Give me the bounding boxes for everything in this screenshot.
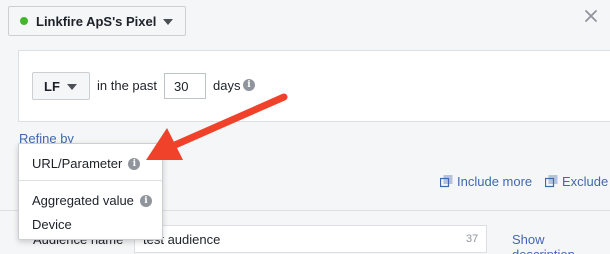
close-icon[interactable] <box>584 9 598 23</box>
menu-item-label: URL/Parameter <box>32 156 123 171</box>
info-icon[interactable]: i <box>139 194 152 207</box>
copy-icon <box>545 175 558 188</box>
info-icon[interactable]: i <box>128 157 141 170</box>
days-label: days <box>213 78 241 93</box>
pixel-select-label: Linkfire ApS's Pixel <box>36 13 157 29</box>
show-description-link[interactable]: Show description <box>512 232 610 254</box>
refine-by-dropdown-menu: URL/Parameter i Aggregated value i Devic… <box>18 143 163 240</box>
source-select-label: LF <box>44 78 60 94</box>
menu-item-url-parameter[interactable]: URL/Parameter i <box>32 156 141 171</box>
remaining-characters-count: 37 <box>466 233 479 245</box>
exclude-label: Exclude <box>562 174 609 189</box>
chevron-down-icon <box>67 84 77 90</box>
source-select-dropdown[interactable]: LF <box>32 72 90 100</box>
include-more-label: Include more <box>457 174 533 189</box>
pixel-status-dot-icon <box>20 17 28 25</box>
menu-divider <box>19 180 162 181</box>
include-more-button[interactable]: Include more <box>440 174 532 189</box>
menu-item-label: Aggregated value <box>32 193 134 208</box>
chevron-down-icon <box>163 19 173 25</box>
menu-item-device[interactable]: Device <box>32 217 72 232</box>
pixel-select-dropdown[interactable]: Linkfire ApS's Pixel <box>8 6 186 36</box>
menu-item-label: Device <box>32 217 72 232</box>
days-input[interactable] <box>164 73 206 99</box>
info-icon[interactable]: i <box>243 79 255 91</box>
copy-icon <box>440 175 453 188</box>
menu-item-aggregated-value[interactable]: Aggregated value i <box>32 193 152 208</box>
exclude-button[interactable]: Exclude <box>545 174 608 189</box>
in-the-past-label: in the past <box>97 78 157 93</box>
